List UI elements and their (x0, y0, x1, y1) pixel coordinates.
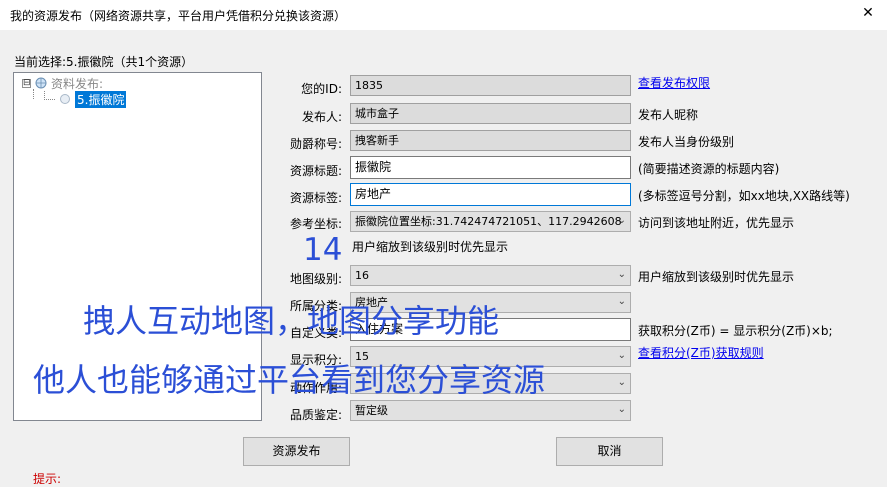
res-tags-hint: (多标签逗号分割，如xx地块,XX路线等) (638, 189, 850, 203)
overlay-level-number: 14 (303, 232, 343, 268)
map-level-select[interactable]: 16 ⌄ (350, 265, 631, 286)
globe-icon (35, 77, 47, 89)
overlay-caption-line2: 他人也能够通过平台看到您分享资源 (33, 361, 546, 399)
id-field: 1835 (350, 75, 631, 96)
medal-label: 勋爵称号: (289, 137, 342, 151)
res-tags-label: 资源标签: (289, 191, 342, 205)
cancel-button[interactable]: 取消 (556, 437, 663, 466)
res-tags-input[interactable]: 房地产 (350, 183, 631, 206)
tree-child-node[interactable]: 5.振徽院 (58, 90, 127, 108)
medal-field: 拽客新手 (350, 130, 631, 151)
ref-coord-select[interactable]: 振徽院位置坐标:31.742474721051、117.2942608 ⌄ (350, 211, 631, 232)
ref-coord-label: 参考坐标: (289, 217, 342, 231)
file-icon (60, 94, 70, 104)
id-label: 您的ID: (301, 82, 342, 96)
res-title-hint: (简要描述资源的标题内容) (638, 162, 780, 176)
quality-value: 暂定级 (355, 404, 388, 417)
zoom-note: 用户缩放到该级别时优先显示 (352, 240, 509, 254)
map-level-hint: 用户缩放到该级别时优先显示 (638, 270, 795, 284)
chevron-down-icon: ⌄ (617, 269, 626, 280)
ref-coord-hint: 访问到该地址附近，优先显示 (638, 216, 795, 230)
publisher-field: 城市盒子 (350, 103, 631, 124)
publish-button[interactable]: 资源发布 (243, 437, 350, 466)
publisher-hint: 发布人昵称 (638, 108, 699, 122)
chevron-down-icon: ⌄ (617, 350, 626, 361)
chevron-down-icon: ⌄ (617, 296, 626, 307)
ref-coord-value: 振徽院位置坐标:31.742474721051、117.2942608 (355, 215, 622, 228)
quality-select[interactable]: 暂定级 ⌄ (350, 400, 631, 421)
view-permission-link[interactable]: 查看发布权限 (638, 74, 710, 91)
title-bar: 我的资源发布（网络资源共享，平台用户凭借积分兑换该资源） ✕ (0, 0, 887, 30)
publisher-label: 发布人: (301, 110, 342, 124)
chevron-down-icon: ⌄ (617, 377, 626, 388)
tree-root-label: 资料发布: (51, 76, 104, 91)
medal-hint: 发布人当身份级别 (638, 135, 735, 149)
overlay-caption-line1: 拽人互动地图，地图分享功能 (83, 302, 500, 340)
map-level-label: 地图级别: (289, 272, 342, 286)
close-icon[interactable]: ✕ (858, 5, 878, 21)
tips-label: 提示: (33, 472, 62, 486)
res-title-label: 资源标题: (289, 164, 342, 178)
map-level-value: 16 (355, 269, 369, 282)
tree-child-label: 5.振徽院 (75, 90, 127, 108)
tree-root-node[interactable]: ⊟ 资料发布: (22, 75, 103, 91)
tree-connector (44, 91, 55, 100)
tree-connector (33, 89, 34, 99)
chevron-down-icon: ⌄ (617, 404, 626, 415)
points-formula-hint: 获取积分(Z币) = 显示积分(Z币)×b; (638, 324, 833, 338)
res-title-input[interactable]: 振徽院 (350, 156, 631, 179)
collapse-icon[interactable]: ⊟ (22, 78, 31, 88)
points-rule-link[interactable]: 查看积分(Z币)获取规则 (638, 344, 764, 361)
window-title: 我的资源发布（网络资源共享，平台用户凭借积分兑换该资源） (10, 9, 347, 23)
current-selection-label: 当前选择:5.振徽院（共1个资源） (14, 55, 194, 69)
chevron-down-icon: ⌄ (617, 215, 626, 226)
quality-label: 品质鉴定: (289, 408, 342, 422)
